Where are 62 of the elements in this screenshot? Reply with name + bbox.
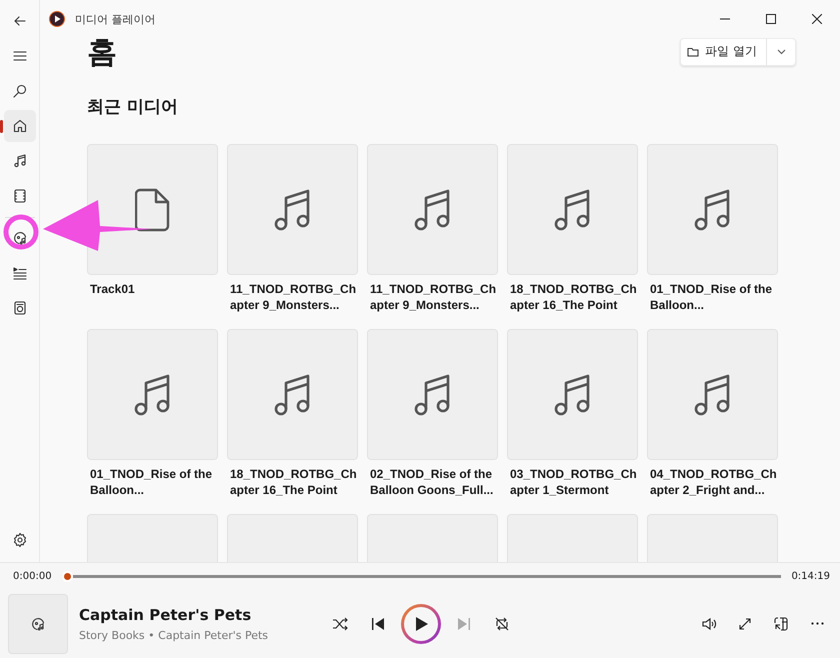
seek-thumb[interactable] xyxy=(62,570,73,582)
page-title: 홈 xyxy=(87,38,117,72)
media-tile[interactable] xyxy=(87,144,218,275)
media-tile[interactable] xyxy=(507,329,638,460)
music-note-icon xyxy=(274,372,312,416)
media-tile[interactable] xyxy=(227,144,358,275)
close-icon xyxy=(812,14,822,24)
next-icon xyxy=(456,616,472,632)
media-title: Track01 xyxy=(89,281,136,298)
mini-player-icon xyxy=(773,616,789,632)
home-icon xyxy=(12,118,28,134)
music-note-icon xyxy=(274,188,312,232)
music-note-icon xyxy=(694,188,732,232)
media-tile[interactable] xyxy=(227,329,358,460)
music-note-icon xyxy=(694,372,732,416)
open-file-button[interactable]: 파일 열기 xyxy=(681,39,767,65)
media-title: 01_TNOD_Rise of the Balloon... xyxy=(89,466,214,499)
window-title: 미디어 플레이어 xyxy=(75,12,156,26)
highlight-circle xyxy=(4,214,38,250)
shuffle-icon xyxy=(332,616,348,632)
music-note-icon xyxy=(134,372,172,416)
more-icon xyxy=(810,622,824,625)
media-title: 18_TNOD_ROTBG_Chapter 16_The Point xyxy=(509,281,638,314)
media-title: 01_TNOD_Rise of the Balloon... xyxy=(649,281,774,314)
disc-note-icon xyxy=(30,616,46,632)
track-subtitle: Story Books • Captain Peter's Pets xyxy=(79,628,270,642)
media-tile[interactable] xyxy=(367,144,498,275)
music-note-icon xyxy=(554,372,592,416)
app-logo-icon xyxy=(49,11,65,27)
gear-icon xyxy=(12,532,28,548)
media-title: 18_TNOD_ROTBG_Chapter 16_The Point xyxy=(229,466,358,499)
media-tile[interactable] xyxy=(87,329,218,460)
folder-icon xyxy=(687,46,700,58)
chevron-down-icon xyxy=(776,49,786,55)
repeat-icon xyxy=(494,616,510,632)
expand-icon xyxy=(737,616,753,632)
maximize-icon xyxy=(766,14,776,24)
elapsed-time: 0:00:00 xyxy=(13,570,52,582)
speaker-icon xyxy=(12,300,28,316)
music-note-icon xyxy=(12,153,28,169)
playlist-icon xyxy=(12,265,28,281)
media-title: 11_TNOD_ROTBG_Chapter 9_Monsters... xyxy=(369,281,498,314)
speaker-icon xyxy=(701,616,717,632)
film-icon xyxy=(12,188,28,204)
music-note-icon xyxy=(414,372,452,416)
music-note-icon xyxy=(554,188,592,232)
media-tile[interactable] xyxy=(367,329,498,460)
track-title: Captain Peter's Pets xyxy=(79,606,252,624)
duration-time: 0:14:19 xyxy=(791,570,830,582)
media-title: 11_TNOD_ROTBG_Chapter 9_Monsters... xyxy=(229,281,358,314)
media-tile[interactable] xyxy=(647,144,778,275)
disc-note-icon xyxy=(12,230,28,246)
section-title: 최근 미디어 xyxy=(87,96,179,118)
previous-icon xyxy=(370,616,386,632)
search-icon xyxy=(12,83,28,99)
media-tile[interactable] xyxy=(507,144,638,275)
media-tile[interactable] xyxy=(647,329,778,460)
media-title: 03_TNOD_ROTBG_Chapter 1_Stermont xyxy=(509,466,638,499)
music-note-icon xyxy=(414,188,452,232)
document-icon xyxy=(134,188,170,232)
media-title: 04_TNOD_ROTBG_Chapter 2_Fright and... xyxy=(649,466,778,499)
media-title: 02_TNOD_Rise of the Balloon Goons_Full... xyxy=(369,466,494,499)
